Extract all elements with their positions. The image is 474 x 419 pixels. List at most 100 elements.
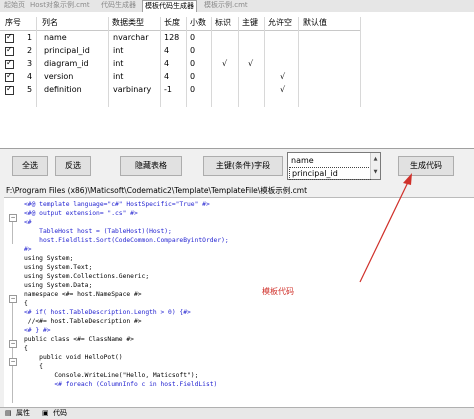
code-line: <#@ template language="c#" HostSpecific=… [24, 201, 210, 208]
column-header-nullable[interactable]: 允许空 [268, 17, 292, 29]
code-line: using System.Data; [24, 282, 93, 289]
length: 4 [164, 72, 170, 81]
annotation-arrow-icon [359, 173, 412, 283]
fold-guide [12, 222, 13, 244]
tab-template-example[interactable]: 模板示例.cmt [202, 0, 250, 11]
primary-key-mark: √ [248, 59, 254, 68]
data-type: int [113, 59, 124, 68]
decimal: 0 [190, 72, 196, 81]
length: 4 [164, 46, 170, 55]
code-line: #> [24, 246, 32, 253]
row-checkbox[interactable] [5, 71, 14, 82]
tab-start-page[interactable]: 起始页 [2, 0, 27, 11]
fold-toggle-icon[interactable]: − [9, 358, 17, 366]
length: -1 [164, 85, 172, 94]
header-divider [0, 30, 360, 31]
column-header-default[interactable]: 默认值 [303, 17, 327, 29]
identity-mark: √ [222, 59, 228, 68]
list-item[interactable]: name [291, 155, 314, 166]
data-type: varbinary [113, 85, 152, 94]
code-line: <#@ output extension= ".cs" #> [24, 210, 138, 217]
code-line: { [24, 300, 28, 307]
hide-table-button[interactable]: 隐藏表格 [120, 156, 182, 176]
code-line: //<#= host.TableDescription #> [24, 318, 142, 325]
code-line: using System.Text; [24, 264, 93, 271]
decimal: 0 [190, 33, 196, 42]
row-checkbox[interactable] [5, 45, 14, 56]
annotation-arrow-line [359, 177, 411, 283]
annotation-arrow-head [403, 173, 412, 185]
row-number: 2 [27, 46, 33, 55]
code-line: namespace <#= host.NameSpace #> [24, 291, 142, 298]
row-number: 4 [27, 72, 33, 81]
data-type: int [113, 46, 124, 55]
column-header-name[interactable]: 列名 [42, 17, 58, 29]
column-name: version [44, 72, 74, 81]
column-divider [360, 17, 361, 107]
column-header-length[interactable]: 长度 [164, 17, 180, 29]
column-name: name [44, 33, 67, 42]
code-line: { [24, 363, 43, 370]
decimal: 0 [190, 46, 196, 55]
table-row[interactable]: 1 name nvarchar 128 0 [0, 32, 360, 44]
invert-selection-button[interactable]: 反选 [55, 156, 91, 176]
column-name: definition [44, 85, 82, 94]
row-checkbox[interactable] [5, 32, 14, 43]
code-line: <# if( host.TableDescription.Length > 0)… [24, 309, 191, 316]
code-line: TableHost host = (TableHost)(Host); [24, 228, 172, 235]
properties-tab-icon[interactable]: ▤ [5, 409, 12, 418]
template-path: F:\Program Files (x86)\Maticsoft\Codemat… [6, 186, 308, 195]
column-name: principal_id [44, 46, 90, 55]
length: 128 [164, 33, 180, 42]
table-row[interactable]: 4 version int 4 0 √ [0, 71, 360, 83]
bottom-tab-strip: ▤ 属性 ▣ 代码 [0, 407, 474, 419]
template-code-annotation: 模板代码 [262, 287, 294, 296]
code-line: using System.Collections.Generic; [24, 273, 150, 280]
code-line: <# } #> [24, 327, 51, 334]
table-row[interactable]: 2 principal_id int 4 0 [0, 45, 360, 57]
tab-template-code-generator[interactable]: 模板代码生成器 [142, 0, 197, 12]
column-name: diagram_id [44, 59, 89, 68]
code-line: using System; [24, 255, 74, 262]
data-type: nvarchar [113, 33, 149, 42]
tab-code[interactable]: 代码 [53, 409, 67, 418]
column-header-type[interactable]: 数据类型 [112, 17, 144, 29]
fold-toggle-icon[interactable]: − [9, 214, 17, 222]
tab-properties[interactable]: 属性 [16, 409, 30, 418]
nullable-mark: √ [280, 85, 286, 94]
column-header-primary-key[interactable]: 主键 [242, 17, 258, 29]
tab-code-generator[interactable]: 代码生成器 [99, 0, 138, 11]
primary-key-fields-button[interactable]: 主键(条件)字段 [203, 156, 283, 176]
column-header-identity[interactable]: 标识 [215, 17, 231, 29]
row-checkbox[interactable] [5, 84, 14, 95]
scroll-up-icon[interactable]: ▲ [374, 156, 378, 162]
decimal: 0 [190, 59, 196, 68]
tab-host-example[interactable]: Host对象示例.cmt [28, 0, 92, 11]
data-type: int [113, 72, 124, 81]
fold-guide [12, 303, 13, 403]
code-line: <# [24, 219, 32, 226]
row-number: 5 [27, 85, 33, 94]
select-all-button[interactable]: 全选 [12, 156, 48, 176]
code-tab-icon[interactable]: ▣ [42, 409, 49, 418]
row-number: 1 [27, 33, 33, 42]
code-line: { [24, 345, 28, 352]
column-header-decimal[interactable]: 小数 [190, 17, 206, 29]
fold-toggle-icon[interactable]: − [9, 295, 17, 303]
table-row[interactable]: 3 diagram_id int 4 0 √ √ [0, 58, 360, 70]
column-header-index[interactable]: 序号 [5, 17, 21, 29]
code-line: host.Fieldlist.Sort(CodeCommon.CompareBy… [24, 237, 229, 244]
field-grid: 序号 列名 数据类型 长度 小数 标识 主键 允许空 默认值 1 name nv… [0, 12, 474, 149]
code-line: public void HelloPot() [24, 354, 123, 361]
nullable-mark: √ [280, 72, 286, 81]
table-row[interactable]: 5 definition varbinary -1 0 √ [0, 84, 360, 96]
editor-gutter: − − − − [4, 198, 22, 408]
code-line: <# foreach (ColumnInfo c in host.FieldLi… [24, 381, 218, 388]
length: 4 [164, 59, 170, 68]
code-line: Console.WriteLine("Hello, Maticsoft"); [24, 372, 199, 379]
code-line: public class <#= ClassName #> [24, 336, 134, 343]
row-checkbox[interactable] [5, 58, 14, 69]
fold-toggle-icon[interactable]: − [9, 340, 17, 348]
decimal: 0 [190, 85, 196, 94]
row-number: 3 [27, 59, 33, 68]
